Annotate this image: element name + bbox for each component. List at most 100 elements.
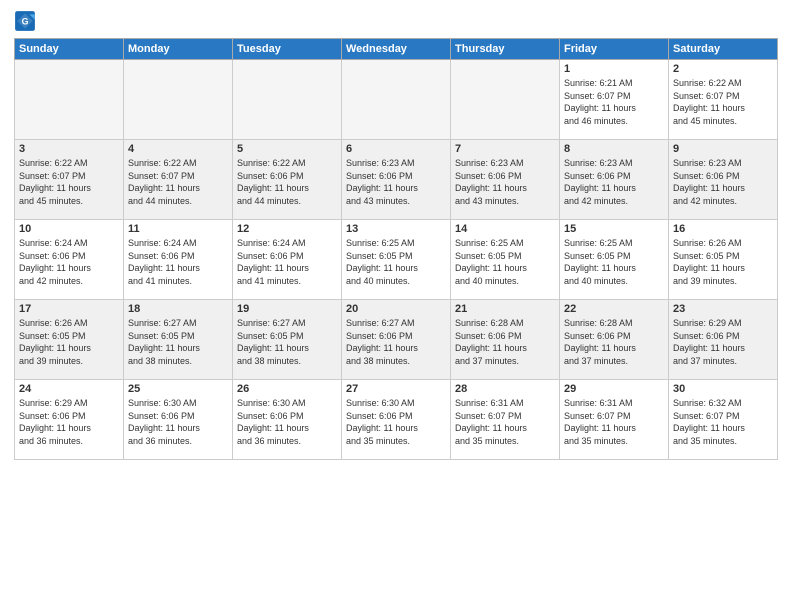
weekday-header-thursday: Thursday: [451, 39, 560, 60]
day-number: 15: [564, 223, 664, 235]
weekday-header-monday: Monday: [124, 39, 233, 60]
day-info: Sunrise: 6:24 AM Sunset: 6:06 PM Dayligh…: [128, 237, 228, 287]
day-number: 5: [237, 143, 337, 155]
calendar-cell: 11Sunrise: 6:24 AM Sunset: 6:06 PM Dayli…: [124, 220, 233, 300]
day-info: Sunrise: 6:26 AM Sunset: 6:05 PM Dayligh…: [19, 317, 119, 367]
day-info: Sunrise: 6:32 AM Sunset: 6:07 PM Dayligh…: [673, 397, 773, 447]
calendar-cell: [124, 60, 233, 140]
day-number: 24: [19, 383, 119, 395]
day-number: 7: [455, 143, 555, 155]
weekday-header-saturday: Saturday: [669, 39, 778, 60]
calendar-cell: [451, 60, 560, 140]
weekday-header-wednesday: Wednesday: [342, 39, 451, 60]
day-info: Sunrise: 6:24 AM Sunset: 6:06 PM Dayligh…: [19, 237, 119, 287]
calendar-cell: 23Sunrise: 6:29 AM Sunset: 6:06 PM Dayli…: [669, 300, 778, 380]
calendar-cell: [342, 60, 451, 140]
day-number: 9: [673, 143, 773, 155]
day-info: Sunrise: 6:27 AM Sunset: 6:06 PM Dayligh…: [346, 317, 446, 367]
day-number: 22: [564, 303, 664, 315]
day-info: Sunrise: 6:31 AM Sunset: 6:07 PM Dayligh…: [455, 397, 555, 447]
calendar-cell: 4 Sunrise: 6:22 AM Sunset: 6:07 PM Daylig…: [124, 140, 233, 220]
day-info: Sunrise: 6:23 AM Sunset: 6:06 PM Dayligh…: [455, 157, 555, 207]
day-info: Sunrise: 6:28 AM Sunset: 6:06 PM Dayligh…: [455, 317, 555, 367]
day-info: Sunrise: 6:24 AM Sunset: 6:06 PM Dayligh…: [237, 237, 337, 287]
calendar-cell: 18 Sunrise: 6:27 AM Sunset: 6:05 PM Dayli…: [124, 300, 233, 380]
day-number: 18: [128, 303, 228, 315]
logo-icon: G: [14, 10, 36, 32]
day-info: Sunrise: 6:25 AM Sunset: 6:05 PM Dayligh…: [346, 237, 446, 287]
calendar-cell: 19Sunrise: 6:27 AM Sunset: 6:05 PM Dayli…: [233, 300, 342, 380]
calendar-cell: [233, 60, 342, 140]
day-info: Sunrise: 6:25 AM Sunset: 6:05 PM Dayligh…: [455, 237, 555, 287]
calendar-cell: 25 Sunrise: 6:30 AM Sunset: 6:06 PM Dayli…: [124, 380, 233, 460]
calendar-cell: 14 Sunrise: 6:25 AM Sunset: 6:05 PM Dayli…: [451, 220, 560, 300]
header: G: [14, 10, 778, 32]
calendar-week-3: 10 Sunrise: 6:24 AM Sunset: 6:06 PM Dayli…: [15, 220, 778, 300]
day-number: 1: [564, 63, 664, 75]
day-number: 6: [346, 143, 446, 155]
calendar-table: SundayMondayTuesdayWednesdayThursdayFrid…: [14, 38, 778, 460]
day-info: Sunrise: 6:22 AM Sunset: 6:07 PM Dayligh…: [673, 77, 773, 127]
calendar-cell: 30 Sunrise: 6:32 AM Sunset: 6:07 PM Dayli…: [669, 380, 778, 460]
weekday-header-tuesday: Tuesday: [233, 39, 342, 60]
calendar-week-4: 17 Sunrise: 6:26 AM Sunset: 6:05 PM Dayli…: [15, 300, 778, 380]
calendar-cell: 3 Sunrise: 6:22 AM Sunset: 6:07 PM Daylig…: [15, 140, 124, 220]
day-info: Sunrise: 6:30 AM Sunset: 6:06 PM Dayligh…: [128, 397, 228, 447]
calendar-week-1: 1 Sunrise: 6:21 AM Sunset: 6:07 PM Daylig…: [15, 60, 778, 140]
calendar-cell: 5 Sunrise: 6:22 AM Sunset: 6:06 PM Daylig…: [233, 140, 342, 220]
day-number: 2: [673, 63, 773, 75]
calendar-cell: 2 Sunrise: 6:22 AM Sunset: 6:07 PM Daylig…: [669, 60, 778, 140]
calendar-week-2: 3 Sunrise: 6:22 AM Sunset: 6:07 PM Daylig…: [15, 140, 778, 220]
calendar-cell: 1 Sunrise: 6:21 AM Sunset: 6:07 PM Daylig…: [560, 60, 669, 140]
calendar-cell: 9Sunrise: 6:23 AM Sunset: 6:06 PM Daylig…: [669, 140, 778, 220]
weekday-header-friday: Friday: [560, 39, 669, 60]
day-info: Sunrise: 6:28 AM Sunset: 6:06 PM Dayligh…: [564, 317, 664, 367]
calendar-cell: [15, 60, 124, 140]
day-info: Sunrise: 6:22 AM Sunset: 6:07 PM Dayligh…: [128, 157, 228, 207]
calendar-cell: 6 Sunrise: 6:23 AM Sunset: 6:06 PM Daylig…: [342, 140, 451, 220]
svg-text:G: G: [22, 16, 29, 26]
calendar-cell: 15 Sunrise: 6:25 AM Sunset: 6:05 PM Dayli…: [560, 220, 669, 300]
calendar-cell: 27 Sunrise: 6:30 AM Sunset: 6:06 PM Dayli…: [342, 380, 451, 460]
day-number: 17: [19, 303, 119, 315]
day-number: 8: [564, 143, 664, 155]
calendar-cell: 22 Sunrise: 6:28 AM Sunset: 6:06 PM Dayli…: [560, 300, 669, 380]
day-number: 27: [346, 383, 446, 395]
day-info: Sunrise: 6:25 AM Sunset: 6:05 PM Dayligh…: [564, 237, 664, 287]
day-number: 12: [237, 223, 337, 235]
day-number: 19: [237, 303, 337, 315]
day-info: Sunrise: 6:21 AM Sunset: 6:07 PM Dayligh…: [564, 77, 664, 127]
calendar-cell: 7 Sunrise: 6:23 AM Sunset: 6:06 PM Daylig…: [451, 140, 560, 220]
day-info: Sunrise: 6:26 AM Sunset: 6:05 PM Dayligh…: [673, 237, 773, 287]
day-number: 14: [455, 223, 555, 235]
day-info: Sunrise: 6:23 AM Sunset: 6:06 PM Dayligh…: [564, 157, 664, 207]
day-number: 25: [128, 383, 228, 395]
day-number: 29: [564, 383, 664, 395]
calendar-cell: 10 Sunrise: 6:24 AM Sunset: 6:06 PM Dayli…: [15, 220, 124, 300]
calendar-cell: 12 Sunrise: 6:24 AM Sunset: 6:06 PM Dayli…: [233, 220, 342, 300]
calendar-week-5: 24 Sunrise: 6:29 AM Sunset: 6:06 PM Dayli…: [15, 380, 778, 460]
day-info: Sunrise: 6:30 AM Sunset: 6:06 PM Dayligh…: [346, 397, 446, 447]
day-number: 16: [673, 223, 773, 235]
day-info: Sunrise: 6:27 AM Sunset: 6:05 PM Dayligh…: [128, 317, 228, 367]
calendar-cell: 16 Sunrise: 6:26 AM Sunset: 6:05 PM Dayli…: [669, 220, 778, 300]
day-number: 4: [128, 143, 228, 155]
day-info: Sunrise: 6:29 AM Sunset: 6:06 PM Dayligh…: [19, 397, 119, 447]
calendar-cell: 13Sunrise: 6:25 AM Sunset: 6:05 PM Dayli…: [342, 220, 451, 300]
day-number: 20: [346, 303, 446, 315]
weekday-header-sunday: Sunday: [15, 39, 124, 60]
day-info: Sunrise: 6:31 AM Sunset: 6:07 PM Dayligh…: [564, 397, 664, 447]
day-number: 10: [19, 223, 119, 235]
day-info: Sunrise: 6:22 AM Sunset: 6:07 PM Dayligh…: [19, 157, 119, 207]
calendar-cell: 26Sunrise: 6:30 AM Sunset: 6:06 PM Dayli…: [233, 380, 342, 460]
day-number: 28: [455, 383, 555, 395]
day-info: Sunrise: 6:23 AM Sunset: 6:06 PM Dayligh…: [346, 157, 446, 207]
calendar-cell: 8 Sunrise: 6:23 AM Sunset: 6:06 PM Daylig…: [560, 140, 669, 220]
calendar-cell: 24 Sunrise: 6:29 AM Sunset: 6:06 PM Dayli…: [15, 380, 124, 460]
day-info: Sunrise: 6:30 AM Sunset: 6:06 PM Dayligh…: [237, 397, 337, 447]
day-number: 21: [455, 303, 555, 315]
calendar-cell: 21 Sunrise: 6:28 AM Sunset: 6:06 PM Dayli…: [451, 300, 560, 380]
day-number: 3: [19, 143, 119, 155]
day-number: 30: [673, 383, 773, 395]
day-info: Sunrise: 6:22 AM Sunset: 6:06 PM Dayligh…: [237, 157, 337, 207]
